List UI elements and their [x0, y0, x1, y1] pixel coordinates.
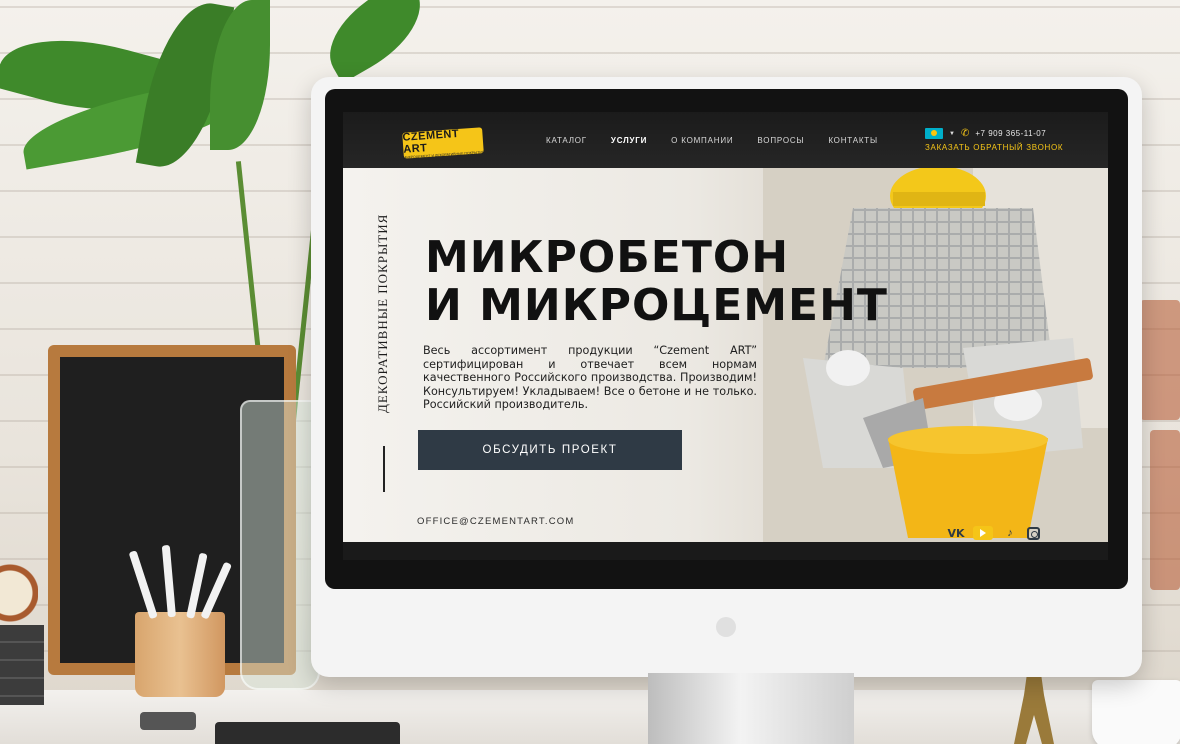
monitor-stand [648, 673, 854, 744]
headline-line-2: И МИКРОЦЕМЕНТ [425, 280, 888, 331]
header-contacts: ▼ ✆ +7 909 365-11-07 ЗАКАЗАТЬ ОБРАТНЫЙ З… [925, 128, 1063, 152]
clock-icon [0, 545, 38, 625]
callback-link[interactable]: ЗАКАЗАТЬ ОБРАТНЫЙ ЗВОНОК [925, 143, 1063, 152]
site-header: CZEMENT ART МИКРОЦЕМЕНТ И ДЕКОРАТИВНЫЕ П… [343, 112, 1108, 168]
vertical-section-label: ДЕКОРАТИВНЫЕ ПОКРЫТИЯ [375, 213, 390, 413]
vertical-divider [383, 446, 385, 492]
smartphone [140, 712, 196, 730]
youtube-icon[interactable] [973, 526, 993, 540]
kz-flag-icon[interactable] [925, 128, 943, 139]
social-links: VK ♪ [947, 526, 1040, 540]
phone-icon: ✆ [960, 128, 970, 139]
discuss-project-button[interactable]: ОБСУДИТЬ ПРОЕКТ [418, 430, 682, 470]
main-nav: КАТАЛОГ УСЛУГИ О КОМПАНИИ ВОПРОСЫ КОНТАК… [546, 136, 878, 145]
hero-description: Весь ассортимент продукции “Czement ART”… [423, 344, 757, 411]
brick-patch [1150, 430, 1180, 590]
nav-item-faq[interactable]: ВОПРОСЫ [757, 136, 804, 145]
hero-headline: МИКРОБЕТОН И МИКРОЦЕМЕНТ [425, 234, 895, 330]
pencil-cup [135, 612, 225, 697]
logo[interactable]: CZEMENT ART МИКРОЦЕМЕНТ И ДЕКОРАТИВНЫЕ П… [402, 127, 484, 160]
email-link[interactable]: OFFICE@CZEMENTART.COM [417, 516, 574, 527]
books [0, 625, 44, 705]
screen-bottom-strip [343, 542, 1108, 560]
nav-item-contacts[interactable]: КОНТАКТЫ [828, 136, 878, 145]
headline-line-1: МИКРОБЕТОН [425, 232, 790, 283]
tiktok-icon[interactable]: ♪ [1001, 526, 1019, 540]
tablet [215, 722, 400, 744]
glass-vase [240, 400, 320, 690]
instagram-icon[interactable] [1027, 526, 1040, 540]
apple-logo-icon [716, 617, 736, 637]
mug [1092, 680, 1180, 744]
vk-icon[interactable]: VK [947, 526, 965, 540]
phone-number[interactable]: +7 909 365-11-07 [975, 129, 1046, 138]
nav-item-catalog[interactable]: КАТАЛОГ [546, 136, 587, 145]
nav-item-about[interactable]: О КОМПАНИИ [671, 136, 733, 145]
worker-photo [763, 166, 1108, 542]
chevron-down-icon[interactable]: ▼ [949, 131, 955, 137]
hero-section: ДЕКОРАТИВНЫЕ ПОКРЫТИЯ МИКРОБЕТОН И МИКРО… [343, 166, 1108, 542]
nav-item-services[interactable]: УСЛУГИ [611, 136, 647, 145]
brick-patch [1140, 300, 1180, 420]
website-screen: CZEMENT ART МИКРОЦЕМЕНТ И ДЕКОРАТИВНЫЕ П… [343, 112, 1108, 560]
